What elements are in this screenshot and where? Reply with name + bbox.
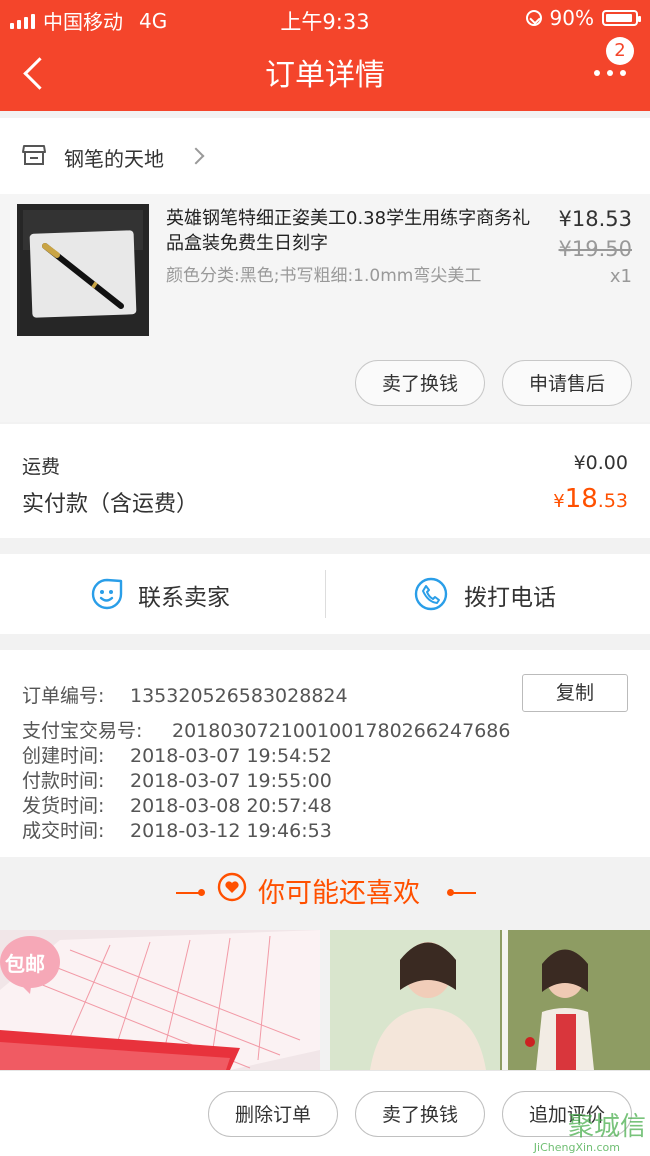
page-title: 订单详情 <box>265 58 385 93</box>
alipay-label: 支付宝交易号: <box>22 720 143 742</box>
paid-decimal: .53 <box>597 490 628 512</box>
product-original-price: ¥19.50 <box>558 237 632 261</box>
order-info: 订单编号: 1353205265830288​24 复制 支付宝交易号: 20180… <box>0 650 650 857</box>
watermark-url: JiChengXin.com <box>533 1141 620 1154</box>
recommend-right-line <box>450 892 476 894</box>
product-quantity: x1 <box>609 266 632 287</box>
battery-info: 90% <box>525 6 641 30</box>
call-phone-button[interactable]: 拨打电话 <box>326 554 650 634</box>
recommend-header: 你可能还喜欢 <box>0 857 650 929</box>
alipay-value: 2018030721001001780266247686 <box>172 720 511 742</box>
created-time-label: 创建时间: <box>22 745 105 767</box>
shop-row[interactable]: 钢笔的天地 <box>0 118 650 194</box>
paid-currency: ¥ <box>553 491 565 512</box>
status-bar: 中国移动 4G 上午9:33 90% <box>0 0 650 36</box>
shop-name: 钢笔的天地 <box>64 147 164 171</box>
chevron-right-icon <box>187 147 205 165</box>
product-item[interactable]: 英雄钢笔特细正姿美工0.38学生用练字商务礼品盒装免费生日刻字 颜色分类:黑色;… <box>0 194 650 422</box>
pen-box-image <box>17 204 149 336</box>
watermark-logo: 聚城信 <box>567 1112 646 1142</box>
paid-amount: ¥18.53 <box>553 484 628 514</box>
free-shipping-tag: 包邮 <box>5 952 45 976</box>
heart-icon <box>217 872 247 902</box>
paid-time-label: 付款时间: <box>22 770 105 792</box>
shipped-time-row: 发货时间: 2018-03-08 20:57:48 <box>22 791 332 818</box>
contact-bar: 联系卖家 拨打电话 <box>0 554 650 634</box>
paid-label: 实付款（含运费） <box>22 492 199 517</box>
delete-order-button[interactable]: 删除订单 <box>208 1091 338 1137</box>
dress-model-image <box>330 930 650 1070</box>
done-time-row: 成交时间: 2018-03-12 19:46:53 <box>22 816 332 843</box>
order-number-value: 1353205265830288​24 <box>130 685 348 707</box>
message-badge: 2 <box>606 37 634 65</box>
shipped-time-label: 发货时间: <box>22 795 105 817</box>
copy-button[interactable]: 复制 <box>522 674 628 712</box>
recommend-item-copybook[interactable]: 包邮 <box>0 930 320 1070</box>
created-time-row: 创建时间: 2018-03-07 19:54:52 <box>22 741 332 768</box>
order-number-label: 订单编号: <box>22 685 105 707</box>
orientation-lock-icon <box>525 10 542 26</box>
alipay-row: 支付宝交易号: 2018030721001001780266247686 <box>22 716 510 743</box>
battery-percent: 90% <box>549 6 594 30</box>
order-number-row: 订单编号: 1353205265830288​24 <box>22 681 348 708</box>
call-phone-label: 拨打电话 <box>464 585 556 611</box>
product-spec: 颜色分类:黑色;书写粗细:1.0mm弯尖美工 <box>166 266 482 286</box>
shipping-value: ¥0.00 <box>573 452 628 474</box>
recommend-title: 你可能还喜欢 <box>258 878 420 909</box>
paid-time-row: 付款时间: 2018-03-07 19:55:00 <box>22 766 332 793</box>
fee-summary: 运费 ¥0.00 实付款（含运费） ¥18.53 <box>0 424 650 538</box>
contact-seller-button[interactable]: 联系卖家 <box>0 554 325 634</box>
recommend-left-dot <box>198 889 205 896</box>
battery-icon <box>602 10 641 26</box>
done-time-value: 2018-03-12 19:46:53 <box>130 820 332 842</box>
created-time-value: 2018-03-07 19:54:52 <box>130 745 332 767</box>
shop-icon <box>22 145 46 165</box>
resell-bottom-button[interactable]: 卖了换钱 <box>355 1091 485 1137</box>
shipping-label: 运费 <box>22 456 61 478</box>
contact-seller-label: 联系卖家 <box>138 585 230 611</box>
resell-button[interactable]: 卖了换钱 <box>355 360 485 406</box>
recommend-item-dress[interactable] <box>330 930 650 1070</box>
phone-icon <box>414 577 448 611</box>
product-price: ¥18.53 <box>558 207 632 231</box>
product-thumbnail[interactable] <box>17 204 149 336</box>
after-sales-button[interactable]: 申请售后 <box>502 360 632 406</box>
paid-integer: 18 <box>564 484 598 514</box>
shipped-time-value: 2018-03-08 20:57:48 <box>130 795 332 817</box>
copybook-image <box>0 930 320 1070</box>
paid-time-value: 2018-03-07 19:55:00 <box>130 770 332 792</box>
top-bar: 中国移动 4G 上午9:33 90% 订单详情 2 <box>0 0 650 111</box>
done-time-label: 成交时间: <box>22 820 105 842</box>
more-menu-button[interactable] <box>592 64 628 84</box>
product-title[interactable]: 英雄钢笔特细正姿美工0.38学生用练字商务礼品盒装免费生日刻字 <box>166 206 536 256</box>
chat-face-icon <box>91 578 123 610</box>
